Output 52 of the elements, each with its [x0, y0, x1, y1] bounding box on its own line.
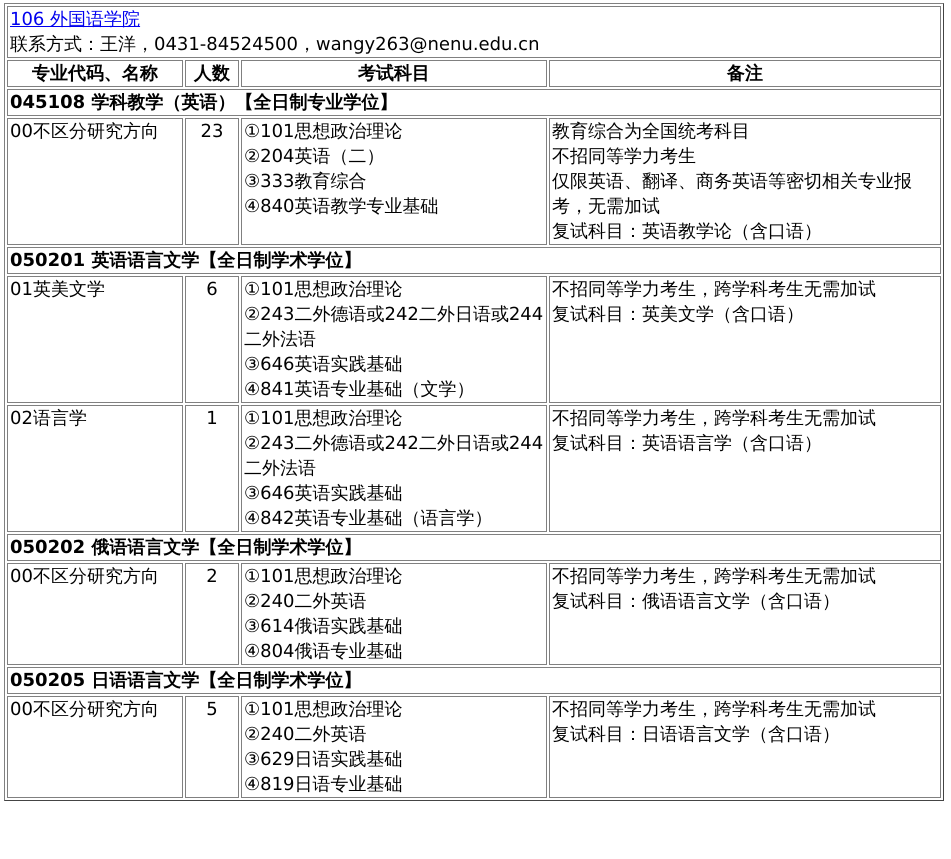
direction-cell: 00不区分研究方向	[7, 563, 183, 665]
subject-text: ④840英语教学专业基础	[244, 196, 438, 217]
subject-text: ②240二外英语	[244, 724, 366, 745]
note-text: 仅限英语、翻译、商务英语等密切相关专业报考，无需加试	[552, 171, 912, 217]
program-title: 050201 英语语言文学【全日制学术学位】	[7, 247, 941, 274]
column-header: 专业代码、名称	[7, 60, 183, 87]
subject-text: ③646英语实践基础	[244, 354, 402, 375]
subject-text: ④842英语专业基础（语言学）	[244, 508, 492, 529]
column-header: 考试科目	[241, 60, 547, 87]
note-text: 不招同等学力考生，跨学科考生无需加试	[552, 279, 876, 300]
note-text: 复试科目：日语语言文学（含口语）	[552, 724, 840, 745]
note-text: 不招同等学力考生，跨学科考生无需加试	[552, 408, 876, 429]
subject-text: ④819日语专业基础	[244, 774, 402, 795]
direction-cell: 00不区分研究方向	[7, 118, 183, 245]
note-text: 不招同等学力考生，跨学科考生无需加试	[552, 566, 876, 587]
direction-cell: 02语言学	[7, 405, 183, 532]
count-cell: 5	[185, 696, 239, 798]
note-text: 复试科目：俄语语言文学（含口语）	[552, 591, 840, 612]
note-text: 不招同等学力考生	[552, 146, 696, 167]
subject-text: ①101思想政治理论	[244, 566, 402, 587]
subject-text: ②243二外德语或242二外日语或244二外法语	[244, 304, 544, 350]
program-title: 050202 俄语语言文学【全日制学术学位】	[7, 534, 941, 561]
count-cell: 2	[185, 563, 239, 665]
count-cell: 6	[185, 276, 239, 403]
subject-text: ②240二外英语	[244, 591, 366, 612]
subject-text: ①101思想政治理论	[244, 699, 402, 720]
direction-cell: 01英美文学	[7, 276, 183, 403]
subject-text: ②204英语（二）	[244, 146, 384, 167]
note-text: 教育综合为全国统考科目	[552, 121, 750, 142]
note-text: 复试科目：英美文学（含口语）	[552, 304, 804, 325]
subject-text: ③614俄语实践基础	[244, 616, 402, 637]
subject-text: ③333教育综合	[244, 171, 366, 192]
subject-text: ④804俄语专业基础	[244, 641, 402, 662]
direction-cell: 00不区分研究方向	[7, 696, 183, 798]
subject-text: ②243二外德语或242二外日语或244二外法语	[244, 433, 544, 479]
note-text: 复试科目：英语语言学（含口语）	[552, 433, 822, 454]
count-cell: 23	[185, 118, 239, 245]
subject-text: ①101思想政治理论	[244, 121, 402, 142]
subject-text: ④841英语专业基础（文学）	[244, 379, 474, 400]
column-header: 备注	[549, 60, 941, 87]
program-title: 050205 日语语言文学【全日制学术学位】	[7, 667, 941, 694]
subject-text: ①101思想政治理论	[244, 279, 402, 300]
subject-text: ③646英语实践基础	[244, 483, 402, 504]
count-cell: 1	[185, 405, 239, 532]
program-title: 045108 学科教学（英语）【全日制专业学位】	[7, 89, 941, 116]
contact-text: 联系方式：王洋，0431-84524500，wangy263@nenu.edu.cn	[10, 34, 540, 55]
note-text: 不招同等学力考生，跨学科考生无需加试	[552, 699, 876, 720]
subject-text: ③629日语实践基础	[244, 749, 402, 770]
department-link[interactable]: 106 外国语学院	[10, 9, 140, 30]
note-text: 复试科目：英语教学论（含口语）	[552, 221, 822, 242]
subject-text: ①101思想政治理论	[244, 408, 402, 429]
column-header: 人数	[185, 60, 239, 87]
